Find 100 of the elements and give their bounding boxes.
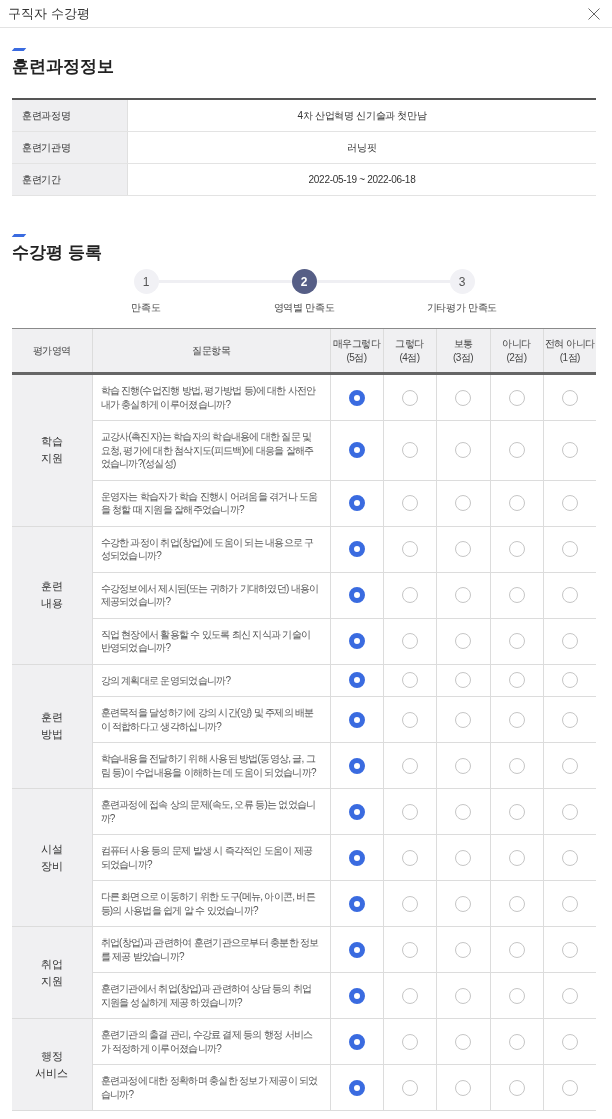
radio-button[interactable] <box>508 587 525 603</box>
radio-button[interactable] <box>561 987 578 1004</box>
radio-button[interactable] <box>401 1033 418 1050</box>
radio-button[interactable] <box>561 941 578 958</box>
radio-button[interactable] <box>348 587 365 603</box>
info-label-cell: 훈련과정명 <box>12 100 128 131</box>
radio-button[interactable] <box>508 1033 525 1050</box>
radio-button[interactable] <box>401 941 418 958</box>
radio-button[interactable] <box>508 541 525 557</box>
radio-button[interactable] <box>508 389 525 406</box>
radio-button[interactable] <box>508 711 525 728</box>
radio-button[interactable] <box>348 389 365 406</box>
radio-button[interactable] <box>348 442 365 459</box>
radio-button[interactable] <box>561 389 578 406</box>
radio-button[interactable] <box>455 987 471 1004</box>
radio-button[interactable] <box>561 541 578 557</box>
radio-button[interactable] <box>401 895 418 912</box>
category-cell: 시설 장비 <box>12 788 92 927</box>
radio-button[interactable] <box>455 442 471 459</box>
question-text: 훈련기관의 출결 관리, 수강료 결제 등의 행정 서비스가 적정하게 이루어졌습니까? <box>100 1028 314 1055</box>
radio-button[interactable] <box>401 633 418 649</box>
radio-button[interactable] <box>401 849 418 866</box>
radio-button[interactable] <box>401 1079 418 1096</box>
step-number: 1 <box>133 269 159 294</box>
radio-button[interactable] <box>508 987 525 1004</box>
radio-button[interactable] <box>348 987 365 1004</box>
close-button[interactable] <box>588 7 600 20</box>
radio-button[interactable] <box>508 1079 525 1096</box>
radio-button[interactable] <box>455 389 471 406</box>
radio-button[interactable] <box>348 1079 365 1096</box>
close-icon <box>588 7 600 20</box>
column-header: 아니다 (2점) <box>490 328 543 374</box>
question-text: 컴퓨터 사용 등의 문제 발생 시 즉각적인 도움이 제공 되었습니까? <box>100 844 314 871</box>
radio-button[interactable] <box>348 541 365 557</box>
radio-button[interactable] <box>561 1079 578 1096</box>
radio-button[interactable] <box>455 849 471 866</box>
radio-button[interactable] <box>561 1033 578 1050</box>
radio-button[interactable] <box>561 711 578 728</box>
question-text: 운영자는 학습자가 학습 진행시 어려움을 겪거나 도움을 청할 때 지원을 잘해주었습니까? <box>100 489 319 517</box>
section-title: 훈련과정정보 <box>12 57 114 77</box>
radio-button[interactable] <box>348 849 365 866</box>
radio-button[interactable] <box>401 541 418 557</box>
radio-button[interactable] <box>348 633 365 649</box>
radio-button[interactable] <box>455 895 471 912</box>
question-text: 학습 진행(수업진행 방법, 평가방법 등)에 대한 사전안내가 충실하게 이루어졌습니까? <box>100 384 317 411</box>
radio-button[interactable] <box>401 442 418 459</box>
radio-button[interactable] <box>455 941 471 958</box>
radio-button[interactable] <box>401 803 418 820</box>
radio-button[interactable] <box>401 495 418 511</box>
radio-button[interactable] <box>401 711 418 728</box>
question-text: 교강사(촉진자)는 학습자의 학습내용에 대한 질문 및 요청, 평가에 대한 첨삭지도(피드백)에 대응을 잘해주었습니까?(성실성) <box>100 430 315 471</box>
radio-button[interactable] <box>401 587 418 603</box>
radio-button[interactable] <box>508 849 525 866</box>
radio-button[interactable] <box>348 1033 365 1050</box>
radio-button[interactable] <box>455 1033 471 1050</box>
radio-button[interactable] <box>455 672 471 689</box>
category-cell: 취업 지원 <box>12 926 92 1019</box>
radio-button[interactable] <box>508 803 525 820</box>
radio-button[interactable] <box>455 1079 471 1096</box>
radio-button[interactable] <box>561 672 578 689</box>
radio-button[interactable] <box>348 803 365 820</box>
radio-button[interactable] <box>348 711 365 728</box>
radio-button[interactable] <box>508 757 525 774</box>
radio-button[interactable] <box>508 941 525 958</box>
radio-button[interactable] <box>455 633 471 649</box>
question-text: 강의 계획대로 운영되었습니까? <box>100 673 232 687</box>
radio-button[interactable] <box>348 895 365 912</box>
radio-button[interactable] <box>401 389 418 406</box>
radio-button[interactable] <box>455 541 471 557</box>
radio-button[interactable] <box>455 803 471 820</box>
radio-button[interactable] <box>561 587 578 603</box>
radio-button[interactable] <box>348 672 365 689</box>
radio-button[interactable] <box>561 849 578 866</box>
radio-button[interactable] <box>561 803 578 820</box>
question-text: 수강한 과정이 취업(창업)에 도움이 되는 내용으로 구성되었습니까? <box>100 535 315 563</box>
category-cell: 훈련 내용 <box>12 526 92 664</box>
column-header: 그렇다 (4점) <box>383 328 436 374</box>
radio-button[interactable] <box>561 495 578 511</box>
step-label: 만족도 <box>131 302 161 314</box>
question-text: 수강정보에서 제시된(또는 귀하가 기대하였던) 내용이 제공되었습니까? <box>100 581 320 609</box>
question-text: 훈련과정에 대한 정확하며 충실한 정보가 제공이 되었습니까? <box>100 1074 319 1101</box>
radio-button[interactable] <box>348 941 365 958</box>
radio-button[interactable] <box>561 442 578 459</box>
radio-button[interactable] <box>561 757 578 774</box>
radio-button[interactable] <box>348 495 365 511</box>
radio-button[interactable] <box>401 757 418 774</box>
radio-button[interactable] <box>401 672 418 689</box>
radio-button[interactable] <box>508 895 525 912</box>
radio-button[interactable] <box>401 987 418 1004</box>
radio-button[interactable] <box>455 495 471 511</box>
radio-button[interactable] <box>508 495 525 511</box>
radio-button[interactable] <box>348 757 365 774</box>
radio-button[interactable] <box>455 711 471 728</box>
radio-button[interactable] <box>508 442 525 459</box>
radio-button[interactable] <box>561 895 578 912</box>
radio-button[interactable] <box>508 633 525 649</box>
radio-button[interactable] <box>561 633 578 649</box>
radio-button[interactable] <box>455 587 471 603</box>
radio-button[interactable] <box>455 757 471 774</box>
radio-button[interactable] <box>508 672 525 689</box>
